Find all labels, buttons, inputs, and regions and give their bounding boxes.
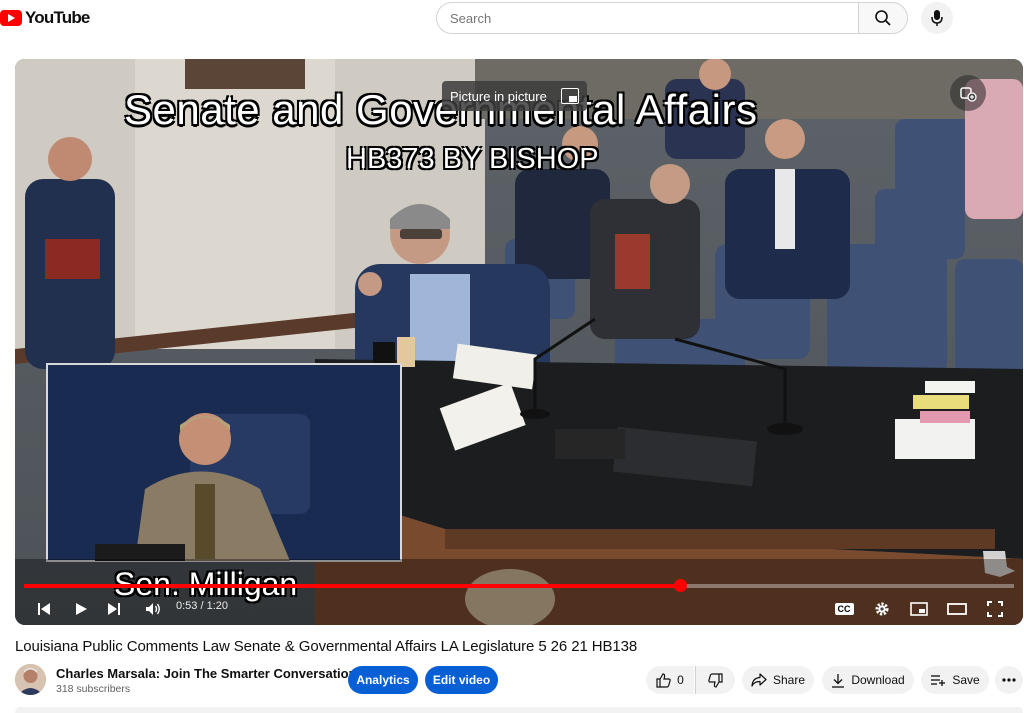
download-label: Download: [851, 673, 905, 687]
youtube-logo[interactable]: YouTube: [0, 8, 90, 28]
theater-mode-button[interactable]: [946, 596, 968, 622]
time-display: 0:53 / 1:20: [176, 600, 228, 612]
search-button[interactable]: [858, 2, 908, 34]
search-field[interactable]: [436, 2, 859, 34]
thumbs-down-icon: [708, 672, 723, 688]
top-bar: YouTube: [0, 0, 1024, 36]
like-count: 0: [677, 673, 684, 687]
avatar-image: [15, 664, 46, 695]
more-horizontal-icon: [1002, 678, 1016, 682]
share-icon: [751, 673, 767, 687]
video-title: Louisiana Public Comments Law Senate & G…: [15, 638, 638, 655]
search-input[interactable]: [450, 10, 859, 26]
subscriber-count: 318 subscribers: [56, 683, 131, 695]
voice-search-button[interactable]: [921, 2, 953, 34]
overlay-bill-text: HB373 BY BISHOP: [346, 143, 599, 175]
play-button[interactable]: [70, 596, 92, 622]
fullscreen-button[interactable]: [984, 596, 1006, 622]
gear-icon: [875, 602, 889, 616]
settings-button[interactable]: [872, 596, 892, 622]
queue-icon: [960, 87, 977, 102]
fullscreen-icon: [987, 601, 1003, 617]
edit-video-button[interactable]: Edit video: [425, 666, 498, 694]
thumbs-up-icon: [656, 672, 671, 688]
download-button[interactable]: Download: [822, 666, 914, 694]
channel-name[interactable]: Charles Marsala: Join The Smarter Conver…: [56, 666, 357, 681]
next-button[interactable]: [104, 596, 124, 622]
dislike-button[interactable]: [695, 666, 735, 694]
progress-bar[interactable]: [24, 579, 1014, 592]
youtube-play-icon: [0, 10, 22, 26]
captions-button[interactable]: CC: [834, 596, 854, 622]
channel-avatar[interactable]: [15, 664, 46, 695]
save-button[interactable]: Save: [921, 666, 989, 694]
picture-in-picture-icon: [560, 88, 579, 104]
like-button[interactable]: 0: [646, 666, 694, 694]
more-actions-button[interactable]: [995, 666, 1023, 694]
next-icon: [108, 603, 120, 615]
volume-icon: [145, 603, 160, 615]
progress-played: [24, 584, 680, 588]
analytics-button[interactable]: Analytics: [348, 666, 418, 694]
add-to-queue-button[interactable]: [950, 75, 986, 111]
mute-button[interactable]: [142, 596, 164, 622]
microphone-icon: [931, 10, 943, 26]
previous-button[interactable]: [34, 596, 54, 622]
save-label: Save: [952, 673, 980, 687]
picture-in-picture-label: Picture in picture: [450, 88, 547, 104]
share-label: Share: [772, 673, 806, 687]
theater-icon: [947, 603, 967, 615]
play-icon: [76, 603, 87, 615]
playlist-add-icon: [931, 675, 946, 686]
miniplayer-button[interactable]: [908, 596, 930, 622]
scrubber-handle[interactable]: [673, 579, 687, 592]
captions-icon: CC: [834, 603, 854, 615]
previous-icon: [38, 603, 50, 615]
overlay-title-text: Senate and Governmental Affairs: [124, 86, 758, 133]
video-player[interactable]: Senate and Governmental Affairs HB373 BY…: [15, 59, 1023, 625]
picture-in-picture-tooltip: Picture in picture: [442, 81, 587, 111]
youtube-wordmark: YouTube: [25, 8, 90, 27]
search-icon: [875, 10, 891, 26]
download-icon: [832, 673, 845, 688]
miniplayer-icon: [910, 602, 928, 616]
share-button[interactable]: Share: [742, 666, 814, 694]
description-box-edge[interactable]: [15, 707, 1023, 713]
